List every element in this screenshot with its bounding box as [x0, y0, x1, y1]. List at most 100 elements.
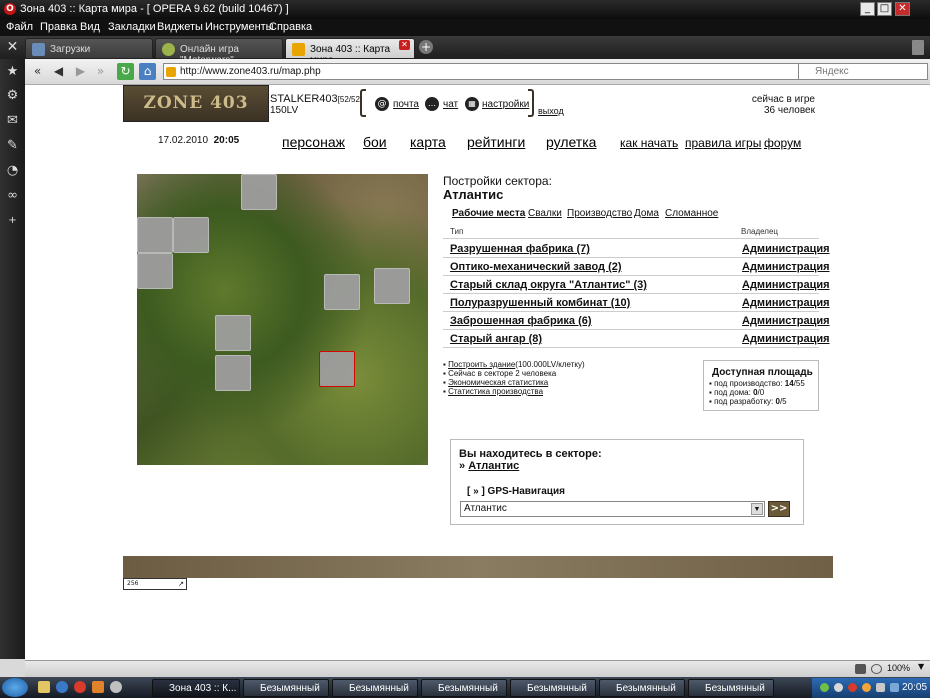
- subtab-dumps[interactable]: Свалки: [528, 208, 562, 219]
- owner-link[interactable]: Администрация: [742, 315, 830, 327]
- sector-select[interactable]: Атлантис ▼: [460, 501, 765, 517]
- menu-view[interactable]: Вид: [80, 21, 100, 33]
- history-icon[interactable]: ◔: [4, 162, 21, 179]
- tab-zone403[interactable]: Зона 403 :: Карта мира ✕: [285, 38, 415, 66]
- rewind-icon[interactable]: «: [29, 63, 46, 80]
- tray-icon[interactable]: [834, 683, 843, 692]
- trash-icon[interactable]: [912, 40, 924, 55]
- map-cell[interactable]: [137, 253, 173, 289]
- subtab-production[interactable]: Производство: [567, 208, 632, 219]
- opera-quick-icon[interactable]: [74, 681, 86, 693]
- maximize-button[interactable]: □: [877, 2, 892, 16]
- menu-help[interactable]: Справка: [269, 21, 312, 33]
- clock[interactable]: 20:05: [902, 682, 927, 693]
- building-link[interactable]: Старый ангар (8): [450, 333, 542, 345]
- chat-icon[interactable]: …: [425, 97, 439, 111]
- link-icon[interactable]: ∞: [4, 187, 21, 204]
- location-sector-link[interactable]: Атлантис: [468, 460, 519, 472]
- url-field[interactable]: http://www.zone403.ru/map.php: [163, 63, 818, 80]
- mail-icon[interactable]: ✉: [4, 112, 21, 129]
- tab-downloads[interactable]: Загрузки: [25, 38, 153, 59]
- owner-link[interactable]: Администрация: [742, 297, 830, 309]
- building-link[interactable]: Полуразрушенный комбинат (10): [450, 297, 630, 309]
- mail-link[interactable]: почта: [393, 99, 419, 110]
- subtab-broken[interactable]: Сломанное: [665, 208, 718, 219]
- taskbar-item[interactable]: Безымянный -...: [332, 679, 418, 698]
- player-name[interactable]: STALKER403: [270, 93, 338, 105]
- menu-widgets[interactable]: Виджеты: [157, 21, 203, 33]
- owner-link[interactable]: Администрация: [742, 243, 830, 255]
- taskbar-item[interactable]: Безымянный -...: [599, 679, 685, 698]
- menu-edit[interactable]: Правка: [40, 21, 77, 33]
- notes-icon[interactable]: ✎: [4, 137, 21, 154]
- map-cell-current[interactable]: [319, 351, 355, 387]
- taskbar-item[interactable]: Безымянный -...: [510, 679, 596, 698]
- network-icon[interactable]: [890, 683, 899, 692]
- prod-stats-link[interactable]: Статистика производства: [448, 387, 543, 396]
- map-cell[interactable]: [324, 274, 360, 310]
- build-link[interactable]: Построить здание: [448, 360, 515, 369]
- taskbar-item-browser[interactable]: Зона 403 :: К...: [152, 679, 240, 697]
- nav-rules[interactable]: правила игры: [685, 136, 761, 150]
- map-cell[interactable]: [215, 355, 251, 391]
- map-cell[interactable]: [215, 315, 251, 351]
- taskbar-item[interactable]: Безымянный -...: [688, 679, 774, 698]
- map-cell[interactable]: [137, 217, 173, 253]
- reload-icon[interactable]: ↻: [117, 63, 134, 80]
- chevron-down-icon[interactable]: ▼: [751, 503, 763, 515]
- start-button[interactable]: [2, 678, 28, 697]
- owner-link[interactable]: Администрация: [742, 333, 830, 345]
- sector-map[interactable]: [137, 174, 428, 465]
- nav-forum[interactable]: форум: [764, 136, 801, 150]
- bookmarks-star-icon[interactable]: ★: [4, 63, 21, 80]
- owner-link[interactable]: Администрация: [742, 261, 830, 273]
- zoom-level[interactable]: 100%: [887, 663, 910, 673]
- nav-ratings[interactable]: рейтинги: [467, 134, 525, 150]
- new-tab-button[interactable]: +: [419, 40, 433, 54]
- map-cell[interactable]: [374, 268, 410, 304]
- menu-bookmarks[interactable]: Закладки: [108, 21, 156, 33]
- nav-character[interactable]: персонаж: [282, 134, 345, 150]
- tray-icon[interactable]: [820, 683, 829, 692]
- gear-icon[interactable]: ⚙: [4, 87, 21, 104]
- back-icon[interactable]: ◀: [50, 63, 67, 80]
- volume-icon[interactable]: [876, 683, 885, 692]
- building-link[interactable]: Разрушенная фабрика (7): [450, 243, 590, 255]
- building-link[interactable]: Заброшенная фабрика (6): [450, 315, 592, 327]
- building-link[interactable]: Оптико-механический завод (2): [450, 261, 622, 273]
- menu-file[interactable]: Файл: [6, 21, 33, 33]
- menu-tools[interactable]: Инструменты: [205, 21, 274, 33]
- exit-link[interactable]: выход: [538, 106, 564, 116]
- map-cell[interactable]: [173, 217, 209, 253]
- app-quick-icon[interactable]: [92, 681, 104, 693]
- settings-link[interactable]: настройки: [482, 99, 529, 110]
- forward-icon[interactable]: ▶: [72, 63, 89, 80]
- camera-icon[interactable]: [855, 664, 866, 674]
- map-cell[interactable]: [241, 174, 277, 210]
- tray-icon[interactable]: [862, 683, 871, 692]
- tools-icon[interactable]: ✕: [4, 39, 21, 56]
- taskbar-item[interactable]: Безымянный -...: [243, 679, 329, 698]
- go-button[interactable]: >>: [768, 501, 790, 517]
- view-icon[interactable]: [871, 664, 882, 674]
- mail-at-icon[interactable]: @: [375, 97, 389, 111]
- tab-motorwars[interactable]: Онлайн игра "Motorwars": [155, 38, 283, 66]
- home-icon[interactable]: ⌂: [139, 63, 156, 80]
- add-panel-icon[interactable]: +: [4, 212, 21, 229]
- close-tab-icon[interactable]: ✕: [399, 40, 410, 50]
- minimize-button[interactable]: _: [860, 2, 875, 16]
- settings-icon[interactable]: ▦: [465, 97, 479, 111]
- search-field[interactable]: Яндекс: [798, 63, 928, 80]
- building-link[interactable]: Старый склад округа "Атлантис" (3): [450, 279, 647, 291]
- zoom-dropdown-icon[interactable]: ▼: [918, 662, 924, 671]
- taskbar-item[interactable]: Безымянный -...: [421, 679, 507, 698]
- subtab-workplaces[interactable]: Рабочие места: [452, 208, 525, 219]
- nav-roulette[interactable]: рулетка: [546, 134, 596, 150]
- folder-icon[interactable]: [38, 681, 50, 693]
- nav-map[interactable]: карта: [410, 134, 446, 150]
- fast-forward-icon[interactable]: »: [92, 63, 109, 80]
- counter-badge[interactable]: 256 ↗: [123, 578, 187, 590]
- media-quick-icon[interactable]: [110, 681, 122, 693]
- chat-link[interactable]: чат: [443, 99, 458, 110]
- site-logo[interactable]: ZONE 403: [123, 85, 269, 122]
